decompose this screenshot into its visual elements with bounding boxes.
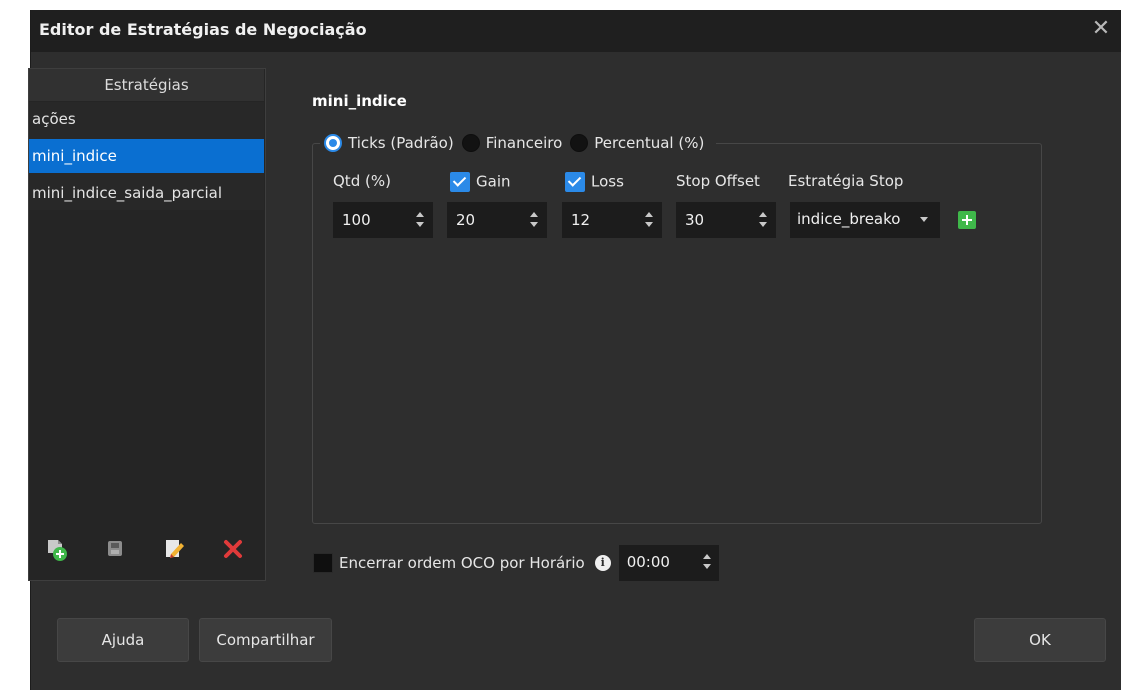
loss-checkbox[interactable] <box>565 172 585 192</box>
share-button[interactable]: Compartilhar <box>199 618 332 662</box>
loss-stepper-icon[interactable] <box>643 209 655 231</box>
radio-financeiro[interactable]: Financeiro <box>461 134 563 152</box>
qtd-stepper-icon[interactable] <box>414 209 426 231</box>
info-icon[interactable]: i <box>594 555 611 571</box>
radio-percentual-label: Percentual (%) <box>594 134 705 152</box>
gain-value: 20 <box>456 211 476 229</box>
add-row-button[interactable] <box>958 211 976 229</box>
stop-strategy-dropdown[interactable]: indice_breako <box>790 202 940 238</box>
oco-time-spinbox[interactable]: 00:00 <box>618 545 719 581</box>
strategy-item-mini-indice[interactable]: mini_indice <box>29 139 264 173</box>
delete-icon[interactable] <box>219 535 247 563</box>
stop-strategy-value: indice_breako <box>797 210 901 228</box>
qtd-spinbox[interactable]: 100 <box>333 202 433 238</box>
radio-ticks-label: Ticks (Padrão) <box>348 134 454 152</box>
radio-percentual[interactable]: Percentual (%) <box>570 134 704 152</box>
radio-financeiro-indicator[interactable] <box>461 134 480 152</box>
oco-row: Encerrar ordem OCO por Horário i 00:00 <box>313 545 719 581</box>
gain-spinbox[interactable]: 20 <box>447 202 547 238</box>
oco-label: Encerrar ordem OCO por Horário <box>339 554 585 572</box>
oco-time-value: 00:00 <box>626 553 670 571</box>
loss-spinbox[interactable]: 12 <box>562 202 662 238</box>
title-bar[interactable]: Editor de Estratégias de Negociação ✕ <box>31 10 1121 52</box>
stop-offset-label: Stop Offset <box>676 172 760 190</box>
loss-label: Loss <box>591 172 624 191</box>
mode-radio-group: Ticks (Padrão) Financeiro Percentual (%) <box>320 128 717 158</box>
strategy-name-label: mini_indice <box>312 92 407 110</box>
oco-time-stepper-icon[interactable] <box>701 551 713 573</box>
stop-offset-stepper-icon[interactable] <box>757 209 769 231</box>
qtd-value: 100 <box>342 211 371 229</box>
close-icon[interactable]: ✕ <box>1087 16 1115 44</box>
radio-financeiro-label: Financeiro <box>485 134 563 152</box>
loss-value: 12 <box>571 211 591 229</box>
gain-stepper-icon[interactable] <box>528 209 540 231</box>
loss-checkbox-row[interactable]: Loss <box>565 172 624 192</box>
parameters-group <box>312 143 1042 524</box>
ok-button[interactable]: OK <box>974 618 1106 662</box>
gain-checkbox-row[interactable]: Gain <box>450 172 511 192</box>
save-icon[interactable] <box>101 535 129 563</box>
oco-checkbox[interactable] <box>313 553 333 573</box>
chevron-down-icon[interactable] <box>920 217 928 222</box>
window-title: Editor de Estratégias de Negociação <box>39 20 367 39</box>
stop-offset-spinbox[interactable]: 30 <box>676 202 776 238</box>
radio-ticks[interactable]: Ticks (Padrão) <box>324 134 454 152</box>
radio-percentual-indicator[interactable] <box>570 134 589 152</box>
strategy-item-acoes[interactable]: ações <box>29 102 264 136</box>
gain-label: Gain <box>476 172 511 191</box>
qtd-label: Qtd (%) <box>333 172 391 190</box>
strategy-item-mini-indice-saida-parcial[interactable]: mini_indice_saida_parcial <box>29 176 264 210</box>
edit-icon[interactable] <box>160 535 188 563</box>
stop-offset-value: 30 <box>685 211 705 229</box>
stop-strategy-label: Estratégia Stop <box>788 172 904 190</box>
gain-checkbox[interactable] <box>450 172 470 192</box>
strategy-list-header: Estratégias <box>29 69 264 101</box>
strategy-list: ações mini_indice mini_indice_saida_parc… <box>29 102 264 210</box>
help-button[interactable]: Ajuda <box>57 618 189 662</box>
new-strategy-icon[interactable] <box>43 535 71 563</box>
strategy-list-panel: Estratégias ações mini_indice mini_indic… <box>28 68 266 581</box>
strategy-toolbar <box>29 519 264 579</box>
radio-ticks-indicator[interactable] <box>324 134 342 152</box>
